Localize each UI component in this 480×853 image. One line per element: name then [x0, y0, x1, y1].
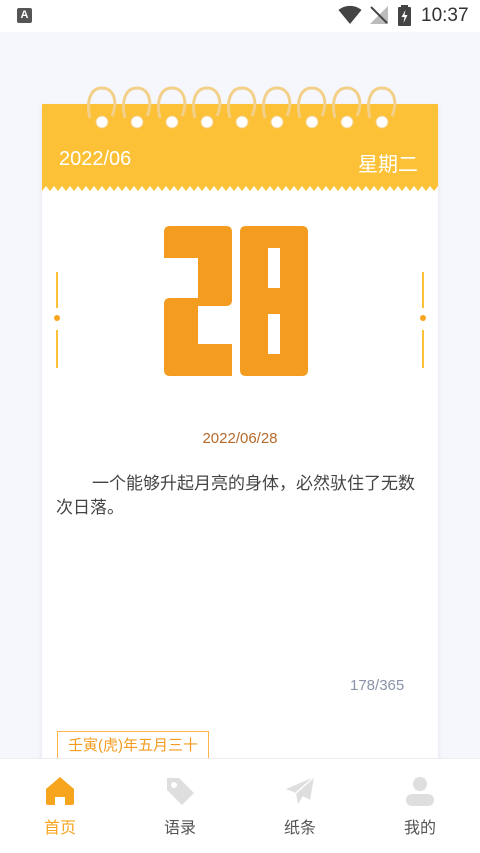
tab-mine-label: 我的: [403, 820, 436, 837]
user-icon: [406, 777, 434, 806]
status-bar: A 10:37: [0, 0, 480, 32]
wifi-icon: [338, 5, 362, 24]
tag-icon: [167, 778, 194, 805]
bottom-tab-bar: 首页 语录 纸条 我的: [0, 758, 480, 853]
right-side-marker: [420, 272, 426, 368]
tab-mine[interactable]: 我的: [360, 759, 480, 853]
tab-home[interactable]: 首页: [0, 759, 120, 853]
header-zigzag-edge: [42, 185, 438, 191]
header-weekday: 星期二: [358, 154, 418, 176]
home-icon: [46, 777, 74, 805]
tab-quotes[interactable]: 语录: [120, 759, 240, 853]
tab-quotes-label: 语录: [163, 820, 196, 837]
paper-plane-icon: [286, 776, 315, 804]
lunar-date-badge: 壬寅(虎)年五月三十: [57, 731, 209, 761]
tab-notes[interactable]: 纸条: [240, 759, 360, 853]
battery-charging-icon: [398, 5, 411, 26]
full-date: 2022/06/28: [202, 430, 278, 447]
calendar-binding-rings: [87, 86, 397, 129]
left-side-marker: [54, 272, 60, 368]
tab-home-label: 首页: [43, 820, 76, 837]
no-signal-icon: [370, 6, 388, 24]
tab-notes-label: 纸条: [283, 820, 316, 837]
header-month: 2022/06: [59, 148, 132, 170]
day-number-display: [164, 226, 308, 376]
day-of-year-count: 178/365: [350, 677, 405, 694]
notification-a-icon: A: [17, 8, 32, 23]
daily-quote: 一个能够升起月亮的身体，必然驮住了无数次日落。: [56, 474, 415, 517]
status-time: 10:37: [421, 5, 469, 26]
